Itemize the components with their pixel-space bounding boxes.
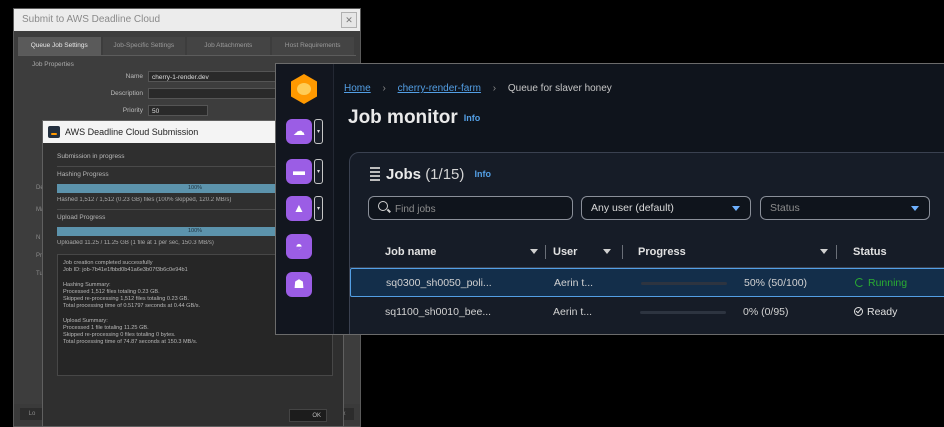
column-divider[interactable] xyxy=(545,245,546,259)
jobs-header: Jobs (1/15) Info xyxy=(370,166,491,183)
status-filter-placeholder: Status xyxy=(770,202,800,214)
drag-handle-icon[interactable] xyxy=(370,167,380,181)
column-header-status[interactable]: Status xyxy=(853,237,887,267)
breadcrumb-farm[interactable]: cherry-render-farm xyxy=(398,83,481,94)
progress-text-cell: 0% (0/95) xyxy=(743,306,789,318)
column-header-progress[interactable]: Progress xyxy=(638,237,828,267)
deadline-logo-icon xyxy=(291,74,317,104)
caret-down-icon xyxy=(732,206,740,211)
column-divider[interactable] xyxy=(622,245,623,259)
fleet-icon[interactable]: ▲ xyxy=(286,196,312,221)
chevron-down-icon[interactable]: ▾ xyxy=(314,159,323,184)
jobs-count: (1/15) xyxy=(425,166,465,183)
breadcrumb: Home › cherry-render-farm › Queue for sl… xyxy=(344,83,612,94)
chevron-down-icon[interactable]: ▾ xyxy=(314,196,323,221)
job-name-cell[interactable]: sq1100_sh0010_bee... xyxy=(385,298,491,327)
sort-icon[interactable] xyxy=(603,249,611,254)
aws-logo-icon xyxy=(48,126,60,138)
nav-rail: ☁ ▾ ▬ ▾ ▲ ▾ ◓ ☗ xyxy=(276,64,334,334)
job-progress-bar xyxy=(640,311,726,314)
column-label: Progress xyxy=(638,246,686,258)
name-label: Name xyxy=(125,73,143,80)
user-filter-select[interactable]: Any user (default) xyxy=(581,196,751,220)
user-cell: Aerin t... xyxy=(554,277,594,289)
sort-icon[interactable] xyxy=(820,249,828,254)
check-circle-icon xyxy=(854,307,863,316)
page-title: Job monitor xyxy=(348,107,458,128)
submitter-tabs: Queue Job Settings Job-Specific Settings… xyxy=(18,37,356,56)
chevron-down-icon[interactable]: ▾ xyxy=(314,119,323,144)
column-header-job-name[interactable]: Job name xyxy=(385,237,538,267)
progress-text-cell: 50% (50/100) xyxy=(744,277,808,289)
status-text: Running xyxy=(868,277,908,289)
jobs-label: Jobs xyxy=(386,166,422,183)
status-cell: Ready xyxy=(854,298,897,327)
ok-button[interactable]: OK xyxy=(289,409,327,422)
table-row[interactable]: sq1100_sh0010_bee... Aerin t... 0% (0/95… xyxy=(350,298,944,327)
column-label: Status xyxy=(853,246,887,258)
submission-title: AWS Deadline Cloud Submission xyxy=(65,127,199,137)
page-title-row: Job monitor Info xyxy=(348,107,480,129)
chevron-right-icon: › xyxy=(382,83,386,94)
table-row[interactable]: sq0300_sh0050_poli... Aerin t... 50% (50… xyxy=(350,268,944,297)
queue-icon[interactable]: ▬ xyxy=(286,159,312,184)
login-button[interactable]: Lo xyxy=(20,408,44,420)
side-label: N xyxy=(36,235,41,241)
search-icon xyxy=(378,201,388,211)
log-line: Total processing time of 74.87 seconds a… xyxy=(63,339,198,346)
tab-job-specific-settings[interactable]: Job-Specific Settings xyxy=(102,37,185,55)
chevron-right-icon: › xyxy=(492,83,497,94)
jobs-icon[interactable]: ◓ xyxy=(286,234,312,259)
jobs-table-header: Job name User Progress Status xyxy=(350,237,944,268)
farm-icon[interactable]: ☁ xyxy=(286,119,312,144)
job-name-cell[interactable]: sq0300_sh0050_poli... xyxy=(386,269,492,298)
tab-job-attachments[interactable]: Job Attachments xyxy=(187,37,270,55)
column-label: User xyxy=(553,246,578,258)
job-progress-bar xyxy=(641,282,727,285)
close-icon[interactable]: ✕ xyxy=(341,12,357,28)
sort-icon[interactable] xyxy=(530,249,538,254)
job-monitor-window: ☁ ▾ ▬ ▾ ▲ ▾ ◓ ☗ Home › cherry-render-far… xyxy=(275,63,944,335)
tab-queue-job-settings[interactable]: Queue Job Settings xyxy=(18,37,101,55)
status-cell: Running xyxy=(855,269,907,298)
user-filter-value: Any user (default) xyxy=(591,202,674,214)
description-label: Description xyxy=(110,90,143,97)
page-info-link[interactable]: Info xyxy=(464,113,481,123)
submitter-title: Submit to AWS Deadline Cloud xyxy=(22,14,161,25)
breadcrumb-queue: Queue for slaver honey xyxy=(507,83,612,94)
caret-down-icon xyxy=(911,206,919,211)
priority-label: Priority xyxy=(122,107,143,114)
search-box[interactable] xyxy=(368,196,573,220)
status-filter-select[interactable]: Status xyxy=(760,196,930,220)
user-cell: Aerin t... xyxy=(553,306,593,318)
column-divider[interactable] xyxy=(836,245,837,259)
search-input[interactable] xyxy=(393,200,567,218)
jobs-panel: Jobs (1/15) Info Any user (default) Stat… xyxy=(349,152,944,334)
status-text: Ready xyxy=(867,306,898,318)
jobs-info-link[interactable]: Info xyxy=(475,169,492,179)
submitter-titlebar: Submit to AWS Deadline Cloud ✕ xyxy=(14,9,360,31)
in-progress-icon xyxy=(855,278,864,287)
breadcrumb-home[interactable]: Home xyxy=(344,83,371,94)
workers-icon[interactable]: ☗ xyxy=(286,272,312,297)
column-label: Job name xyxy=(385,246,437,258)
column-header-user[interactable]: User xyxy=(553,237,611,267)
priority-field[interactable]: 50 xyxy=(148,105,208,116)
tab-host-requirements[interactable]: Host Requirements xyxy=(271,37,354,55)
